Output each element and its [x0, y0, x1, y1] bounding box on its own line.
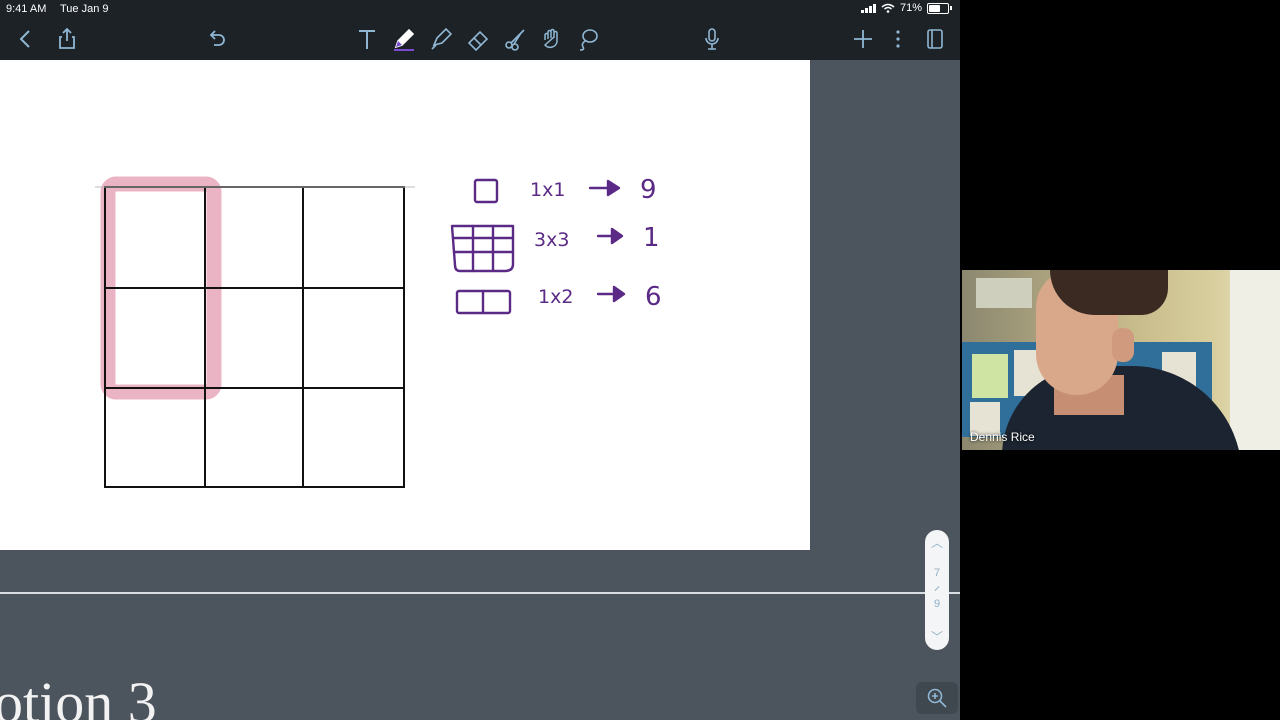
shape-1x1	[473, 178, 499, 204]
zoom-icon	[927, 688, 947, 708]
pen-tool-icon[interactable]	[387, 22, 421, 56]
arrow-row-3	[596, 285, 626, 303]
chevron-up-icon[interactable]: ︿	[925, 534, 949, 551]
undo-icon[interactable]	[200, 22, 234, 56]
shape-1x2	[455, 289, 512, 315]
webcam-person-ear	[1112, 328, 1134, 362]
shape-3x3	[450, 224, 515, 273]
grid-3x3	[104, 186, 405, 488]
next-page-title: otion 3	[0, 670, 157, 720]
current-page-number: 7	[933, 567, 941, 579]
scissors-tool-icon[interactable]	[498, 22, 532, 56]
page-divider	[0, 592, 960, 594]
row-3-count: 6	[645, 282, 662, 312]
more-icon[interactable]	[881, 22, 915, 56]
back-icon[interactable]	[9, 22, 43, 56]
participant-name: Dennis Rice	[970, 430, 1035, 444]
pages-icon[interactable]	[918, 22, 952, 56]
arrow-row-2	[596, 227, 624, 245]
highlighter-tool-icon[interactable]	[424, 22, 458, 56]
status-date: Tue Jan 9	[60, 3, 109, 15]
status-time: 9:41 AM	[6, 3, 47, 15]
page-drawing: 1x1 9 3x3 1 1x2 6	[95, 175, 662, 488]
battery-percent: 71%	[899, 2, 922, 14]
battery-icon	[927, 2, 949, 14]
page-scroller[interactable]: ︿ 7 9 ﹀	[925, 530, 949, 650]
battery-tip	[950, 6, 952, 10]
webcam-feed: Dennis Rice	[962, 270, 1280, 450]
webcam-window	[1230, 270, 1280, 450]
row-1-count: 9	[640, 175, 657, 205]
eraser-tool-icon[interactable]	[461, 22, 495, 56]
row-1-size: 1x1	[530, 179, 565, 201]
webcam-wall-sign	[976, 278, 1032, 308]
zoom-button[interactable]	[916, 682, 958, 714]
total-pages-number: 9	[933, 598, 941, 610]
status-indicators: 71%	[860, 2, 952, 14]
note-page[interactable]: 1x1 9 3x3 1 1x2 6	[0, 60, 810, 550]
lasso-tool-icon[interactable]	[571, 22, 605, 56]
wifi-icon	[881, 3, 895, 13]
row-2-size: 3x3	[534, 229, 569, 251]
row-3-size: 1x2	[538, 286, 573, 308]
ipad-screen: 9:41 AM Tue Jan 9 71% 1x1 9 3x3 1 1x2 6 …	[0, 0, 960, 720]
microphone-icon[interactable]	[695, 22, 729, 56]
cellular-signal-icon	[860, 3, 876, 13]
status-bar: 9:41 AM Tue Jan 9 71%	[0, 0, 960, 18]
notes-toolbar	[0, 18, 960, 60]
add-icon[interactable]	[846, 22, 880, 56]
webcam-poster	[972, 354, 1008, 398]
battery-level	[929, 4, 940, 12]
share-icon[interactable]	[50, 22, 84, 56]
page-separator	[934, 586, 940, 591]
chevron-down-icon[interactable]: ﹀	[925, 628, 949, 645]
arrow-row-1	[588, 179, 621, 197]
text-tool-icon[interactable]	[350, 22, 384, 56]
hand-tool-icon[interactable]	[535, 22, 569, 56]
row-2-count: 1	[643, 223, 660, 253]
